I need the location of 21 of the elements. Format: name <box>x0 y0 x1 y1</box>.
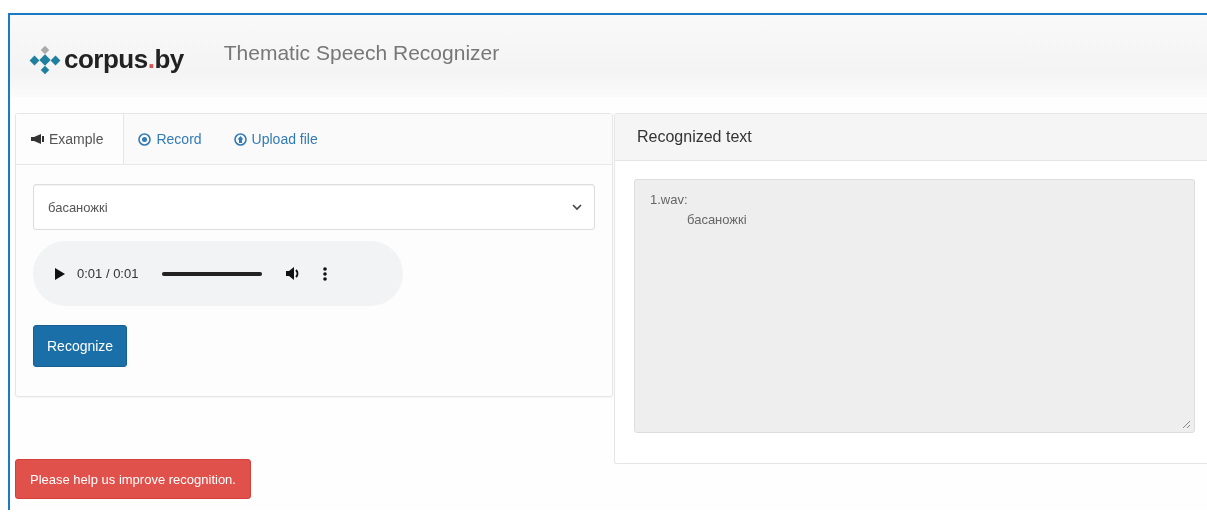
progress-bar[interactable] <box>162 271 263 276</box>
play-icon[interactable] <box>55 267 65 280</box>
audio-player[interactable]: 0:01 / 0:01 <box>33 241 403 306</box>
chevron-down-icon <box>572 203 582 211</box>
app-title: Thematic Speech Recognizer <box>223 41 500 65</box>
more-icon[interactable] <box>323 266 328 281</box>
logo[interactable]: corpus.by <box>28 31 184 75</box>
example-select[interactable]: басаножкі <box>33 184 595 230</box>
tab[interactable]: Record <box>124 114 220 164</box>
diamond-cluster-icon <box>28 45 62 75</box>
help-improve-button[interactable]: Please help us improve recognition. <box>15 459 251 499</box>
playback-time: 0:01 / 0:01 <box>77 266 139 281</box>
megaphone-icon <box>30 133 44 145</box>
resize-grip-icon <box>1182 420 1191 429</box>
upload-icon <box>233 132 247 146</box>
recognized-text-field[interactable]: 1.wav: басаножкі <box>634 179 1195 433</box>
tab[interactable]: Upload file <box>219 114 336 164</box>
panel-heading: Recognized text <box>615 114 1207 161</box>
recognize-button[interactable]: Recognize <box>33 325 128 367</box>
logo-text: corpus.by <box>64 44 184 75</box>
record-icon <box>138 132 152 146</box>
